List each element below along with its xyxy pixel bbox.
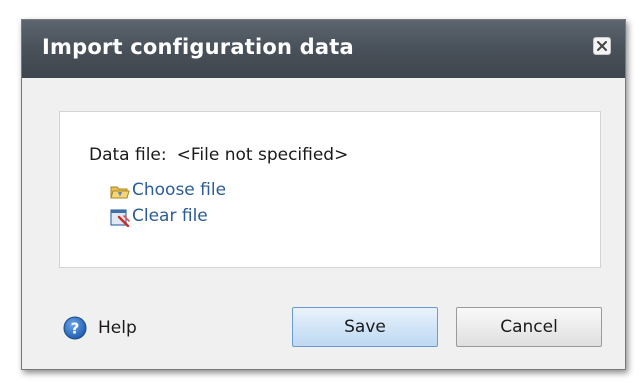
- data-file-value: <File not specified>: [176, 145, 349, 165]
- data-file-label: Data file:: [89, 145, 167, 165]
- choose-file-label: Choose file: [132, 180, 227, 200]
- folder-open-icon: [110, 186, 130, 199]
- help-icon: ?: [63, 316, 87, 340]
- close-icon: [597, 41, 607, 51]
- svg-text:?: ?: [71, 320, 80, 338]
- clear-file-icon: [110, 209, 130, 227]
- dialog-title: Import configuration data: [42, 35, 354, 59]
- cancel-button[interactable]: Cancel: [456, 307, 602, 347]
- content-panel: Data file: <File not specified> Choose fi…: [59, 111, 601, 268]
- data-file-row: Data file: <File not specified>: [89, 145, 348, 165]
- save-button[interactable]: Save: [292, 307, 438, 347]
- clear-file-label: Clear file: [132, 206, 208, 226]
- help-label: Help: [98, 318, 137, 338]
- page: Import configuration data Data file: <Fil…: [0, 0, 643, 383]
- title-bar: Import configuration data: [22, 20, 625, 78]
- close-button[interactable]: [593, 37, 611, 55]
- import-configuration-dialog: Import configuration data Data file: <Fil…: [21, 19, 626, 370]
